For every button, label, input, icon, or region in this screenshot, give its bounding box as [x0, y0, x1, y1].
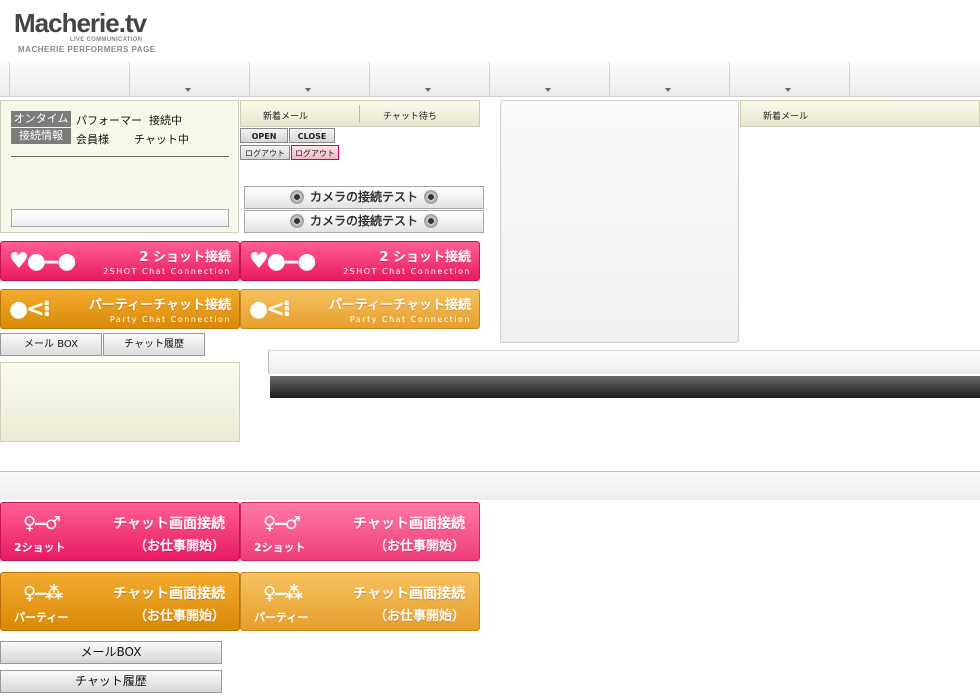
site-logo[interactable]: Macherie.tv LIVE COMMUNICATION [14, 8, 147, 43]
two-person-icon: ♀‒♂ [23, 513, 61, 534]
chat-screen-party-button[interactable]: ♀‒⁂ パーティー チャット画面接続 （お仕事開始） [0, 572, 240, 631]
group-icon: ●<⁝ [249, 297, 291, 322]
chat-screen-subtitle: （お仕事開始） [373, 539, 465, 554]
nav-tab-4[interactable] [370, 62, 490, 96]
performer-state: 接続中 [149, 114, 182, 127]
two-person-icon: ♥●‒● [249, 249, 316, 274]
camera-test-button-2[interactable]: カメラの接続テスト [244, 210, 484, 233]
logo-text: Macherie.tv [14, 8, 147, 38]
tab-chat-waiting[interactable]: チャット待ち [383, 109, 437, 122]
left-tab-bar: 新着メール チャット待ち [240, 100, 480, 127]
chat-screen-title: チャット画面接続 [113, 516, 225, 532]
performer-label: パフォーマー [76, 114, 142, 127]
chat-screen-title: チャット画面接続 [353, 516, 465, 532]
main-navbar [0, 62, 980, 97]
mailbox-button[interactable]: メール BOX [0, 333, 102, 356]
two-shot-label: 2ショット [14, 541, 66, 554]
two-shot-title: 2 ショット接続 [379, 250, 471, 265]
party-subtitle: Party Chat Connection [349, 315, 471, 324]
webcam-icon [289, 190, 304, 204]
logout-button-active[interactable]: ログアウト [291, 145, 339, 160]
preview-panel [500, 100, 739, 343]
chat-screen-title: チャット画面接続 [353, 586, 465, 602]
nav-tab-8[interactable] [850, 62, 979, 96]
member-label: 会員様 [76, 133, 109, 146]
chat-screen-two-shot-button[interactable]: ♀‒♂ 2ショット チャット画面接続 （お仕事開始） [0, 502, 240, 561]
party-subtitle: Party Chat Connection [109, 315, 231, 324]
connection-info-badge: 接続情報 [11, 128, 71, 144]
nav-tab-6[interactable] [610, 62, 730, 96]
chat-screen-two-shot-button-2[interactable]: ♀‒♂ 2ショット チャット画面接続 （お仕事開始） [240, 502, 480, 561]
nav-tab-5[interactable] [490, 62, 610, 96]
status-input[interactable] [11, 209, 229, 227]
chat-screen-party-button-2[interactable]: ♀‒⁂ パーティー チャット画面接続 （お仕事開始） [240, 572, 480, 631]
two-shot-subtitle: 2SHOT Chat Connection [103, 267, 231, 276]
chevron-down-icon [305, 88, 311, 92]
two-shot-subtitle: 2SHOT Chat Connection [343, 267, 471, 276]
connection-status-panel: オンタイム 接続情報 パフォーマー 接続中 会員様 チャット中 [0, 100, 239, 233]
member-state: チャット中 [134, 133, 189, 146]
party-connect-button[interactable]: ●<⁝ パーティーチャット接続 Party Chat Connection [0, 289, 240, 329]
content-header-bar [268, 350, 980, 374]
tab-new-mail[interactable]: 新着メール [263, 109, 308, 122]
party-label: パーティー [254, 611, 309, 624]
divider [11, 156, 229, 157]
webcam-icon [424, 214, 438, 228]
party-title: パーティーチャット接続 [328, 298, 471, 313]
party-title: パーティーチャット接続 [88, 298, 231, 313]
chat-screen-subtitle: （お仕事開始） [133, 539, 225, 554]
two-person-icon: ♀‒♂ [263, 513, 301, 534]
two-person-icon: ♥●‒● [9, 249, 76, 274]
close-button[interactable]: CLOSE [289, 128, 335, 143]
logo-tagline: LIVE COMMUNICATION [70, 37, 143, 43]
chevron-down-icon [185, 88, 191, 92]
chat-screen-subtitle: （お仕事開始） [373, 609, 465, 624]
camera-test-button[interactable]: カメラの接続テスト [244, 186, 484, 209]
group-icon: ♀‒⁂ [23, 583, 63, 604]
chevron-down-icon [665, 88, 671, 92]
info-panel [0, 362, 240, 442]
two-shot-label: 2ショット [254, 541, 306, 554]
mailbox-wide-button[interactable]: メールBOX [0, 641, 222, 664]
chevron-down-icon [545, 88, 551, 92]
group-icon: ♀‒⁂ [263, 583, 303, 604]
logout-button[interactable]: ログアウト [240, 145, 290, 160]
chevron-down-icon [425, 88, 431, 92]
two-shot-connect-button-2[interactable]: ♥●‒● 2 ショット接続 2SHOT Chat Connection [240, 241, 480, 281]
chat-history-button[interactable]: チャット履歴 [103, 333, 205, 356]
tab-new-mail-right[interactable]: 新着メール [763, 109, 808, 122]
nav-tab-7[interactable] [730, 62, 850, 96]
content-dark-bar [270, 376, 980, 398]
webcam-icon [289, 214, 304, 228]
section-divider-bar [0, 471, 980, 500]
online-badge: オンタイム [11, 111, 71, 127]
nav-tab-1[interactable] [9, 62, 130, 96]
tab-divider [359, 105, 360, 123]
two-shot-title: 2 ショット接続 [139, 250, 231, 265]
chat-screen-subtitle: （お仕事開始） [133, 609, 225, 624]
camera-test-label: カメラの接続テスト [309, 214, 418, 228]
page-subtitle: MACHERIE PERFORMERS PAGE [18, 45, 156, 54]
chat-history-wide-button[interactable]: チャット履歴 [0, 670, 222, 693]
open-button[interactable]: OPEN [240, 128, 288, 143]
group-icon: ●<⁝ [9, 297, 51, 322]
party-label: パーティー [14, 611, 69, 624]
party-connect-button-2[interactable]: ●<⁝ パーティーチャット接続 Party Chat Connection [240, 289, 480, 329]
two-shot-connect-button[interactable]: ♥●‒● 2 ショット接続 2SHOT Chat Connection [0, 241, 240, 281]
nav-tab-3[interactable] [250, 62, 370, 96]
chat-screen-title: チャット画面接続 [113, 586, 225, 602]
chevron-down-icon [785, 88, 791, 92]
nav-tab-2[interactable] [130, 62, 250, 96]
camera-test-label: カメラの接続テスト [309, 190, 418, 204]
webcam-icon [424, 190, 438, 204]
right-tab-bar: 新着メール [740, 100, 980, 127]
